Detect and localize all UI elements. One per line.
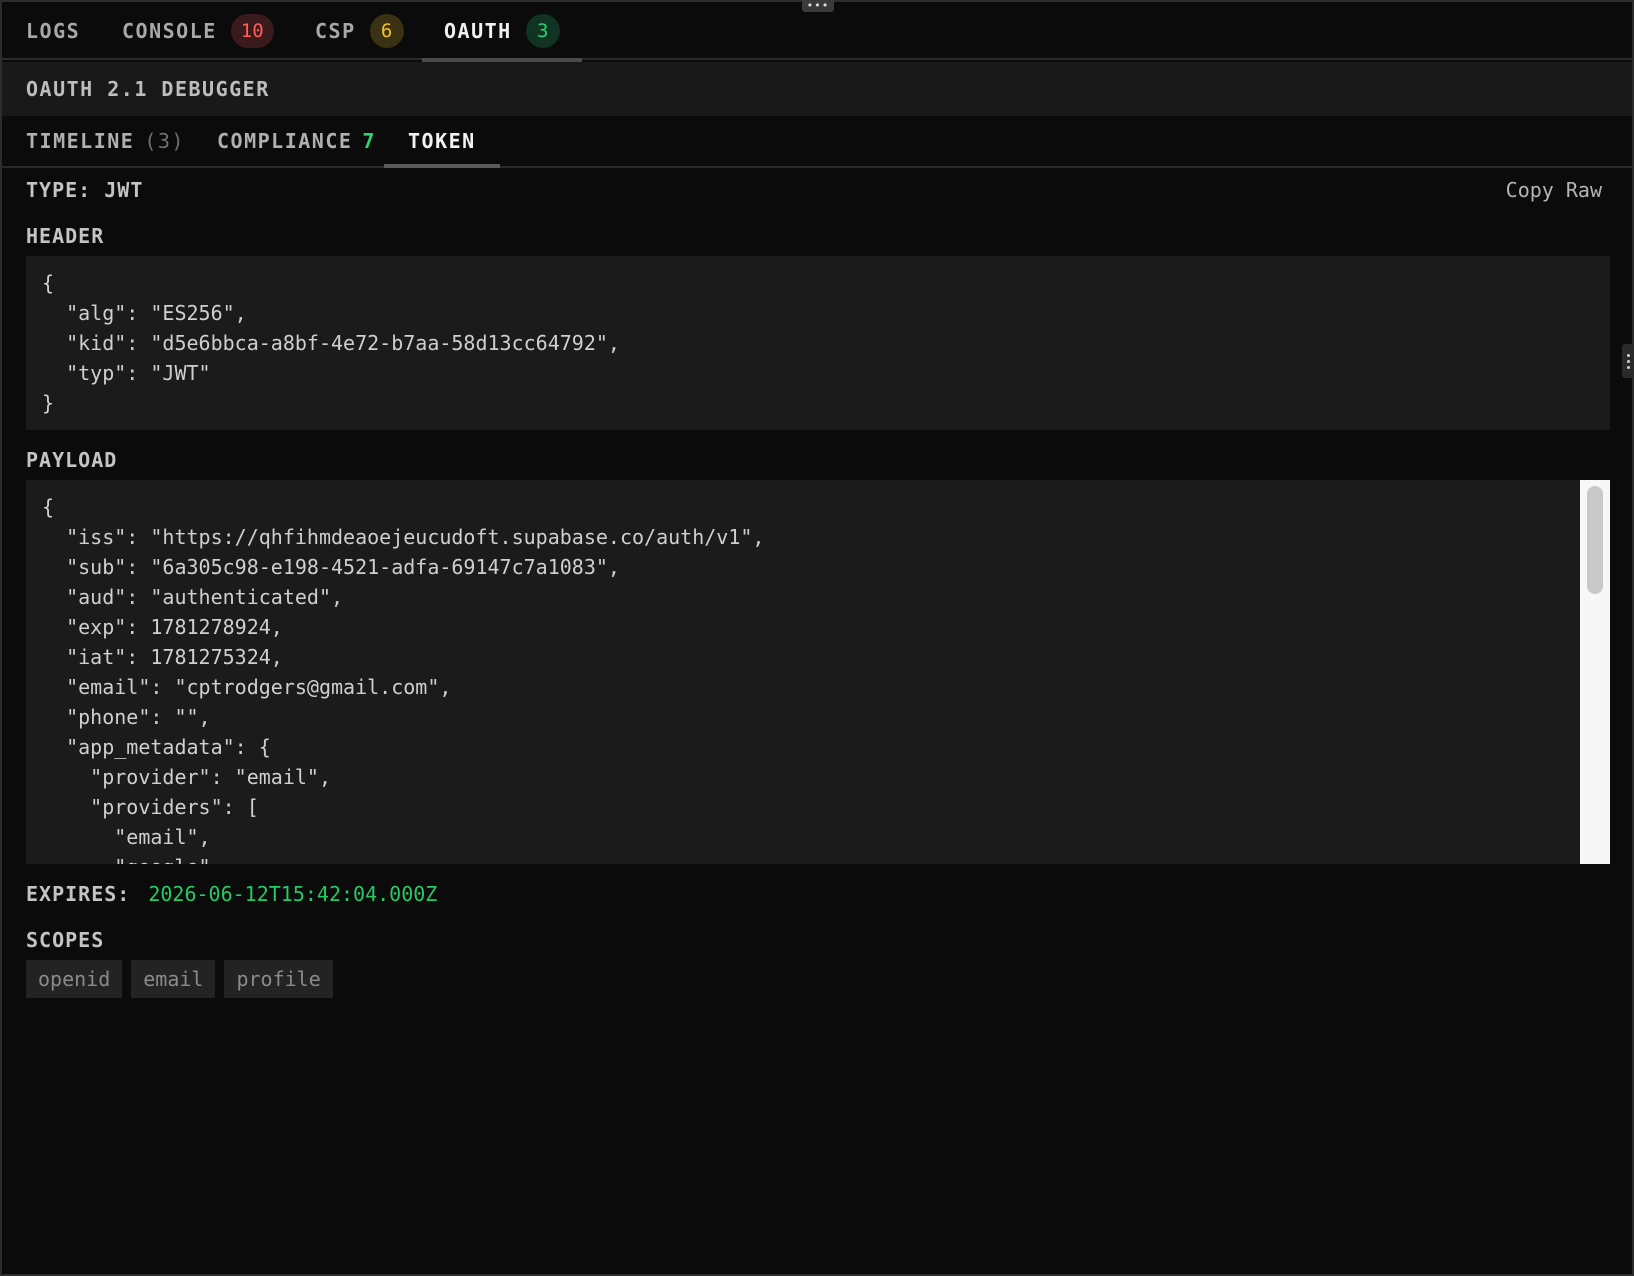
- tab-console[interactable]: CONSOLE 10: [122, 2, 274, 60]
- payload-section-label: PAYLOAD: [26, 448, 118, 472]
- oauth-sub-tab-bar: TIMELINE (3) COMPLIANCE 7 TOKEN: [2, 116, 1632, 168]
- payload-scrollbar-thumb[interactable]: [1587, 486, 1603, 594]
- tab-compliance-label: COMPLIANCE: [217, 129, 353, 153]
- scope-chip-profile: profile: [224, 960, 333, 998]
- expires-value: 2026-06-12T15:42:04.000Z: [148, 882, 438, 906]
- csp-count-badge: 6: [369, 14, 404, 48]
- timeline-count: (3): [144, 129, 185, 153]
- panel-title: OAUTH 2.1 DEBUGGER: [2, 62, 1632, 116]
- main-tab-bar: LOGS CONSOLE 10 CSP 6 OAUTH 3: [2, 2, 1632, 62]
- token-type: TYPE: JWT: [26, 178, 144, 202]
- tab-timeline-label: TIMELINE: [26, 129, 135, 153]
- tab-csp[interactable]: CSP 6: [315, 2, 404, 60]
- tab-console-label: CONSOLE: [122, 19, 217, 43]
- payload-scrollbar[interactable]: [1580, 480, 1610, 864]
- expires-label: EXPIRES:: [26, 882, 131, 906]
- scopes-section-label: SCOPES: [26, 928, 105, 952]
- scopes-list: openid email profile: [26, 960, 333, 998]
- compliance-count: 7: [362, 129, 376, 153]
- tab-token[interactable]: TOKEN: [384, 116, 500, 168]
- tab-token-label: TOKEN: [408, 129, 476, 153]
- scope-chip-openid: openid: [26, 960, 123, 998]
- tab-oauth-label: OAUTH: [444, 19, 512, 43]
- jwt-header-json: { "alg": "ES256", "kid": "d5e6bbca-a8bf-…: [26, 256, 1610, 430]
- jwt-payload-json[interactable]: { "iss": "https://qhfihmdeaoejeucudoft.s…: [26, 480, 1580, 864]
- token-expiry: EXPIRES: 2026-06-12T15:42:04.000Z: [26, 882, 437, 906]
- oauth-count-badge: 3: [525, 14, 560, 48]
- tab-oauth[interactable]: OAUTH 3: [422, 2, 582, 62]
- scope-chip-email: email: [131, 960, 216, 998]
- console-count-badge: 10: [230, 14, 274, 48]
- tab-timeline[interactable]: TIMELINE (3): [26, 116, 185, 166]
- header-section-label: HEADER: [26, 224, 105, 248]
- copy-raw-button[interactable]: Copy Raw: [1506, 178, 1602, 202]
- tab-logs-label: LOGS: [26, 19, 81, 43]
- tab-csp-label: CSP: [315, 19, 356, 43]
- resize-handle-side[interactable]: [1622, 344, 1634, 378]
- tab-logs[interactable]: LOGS: [26, 2, 80, 60]
- tab-compliance[interactable]: COMPLIANCE 7: [217, 116, 376, 166]
